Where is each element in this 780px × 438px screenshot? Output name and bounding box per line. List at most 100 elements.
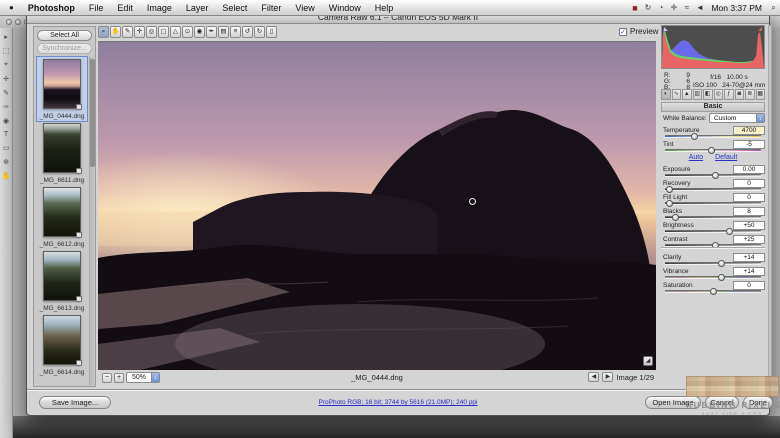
- fill-light-input[interactable]: 0: [733, 193, 765, 202]
- zoom-level-select[interactable]: 50% ↕: [126, 372, 160, 383]
- menu-view[interactable]: View: [288, 3, 321, 13]
- blacks-slider-thumb[interactable]: [671, 214, 679, 221]
- tab-lens-corrections-icon[interactable]: ◎: [713, 89, 723, 100]
- save-image-button[interactable]: Save Image...: [39, 396, 111, 409]
- tint-slider[interactable]: [665, 147, 761, 154]
- next-image-button[interactable]: ▶: [602, 372, 614, 382]
- displays-menu-icon[interactable]: ✛: [667, 3, 680, 12]
- brightness-slider[interactable]: [665, 228, 761, 235]
- white-balance-tool-icon[interactable]: ✎: [122, 26, 133, 38]
- zoom-out-button[interactable]: −: [102, 372, 112, 383]
- menu-bar-clock[interactable]: Mon 3:37 PM: [706, 3, 767, 13]
- select-all-button[interactable]: Select All: [37, 30, 92, 41]
- ps-tool-icon[interactable]: ✎: [3, 89, 9, 97]
- recovery-input[interactable]: 0: [733, 179, 765, 188]
- recovery-slider[interactable]: [665, 186, 761, 193]
- red-eye-removal-tool-icon[interactable]: ◉: [194, 26, 205, 38]
- highlight-clipping-indicator[interactable]: [758, 27, 762, 31]
- exposure-slider-thumb[interactable]: [711, 172, 719, 179]
- auto-link[interactable]: Auto: [689, 154, 703, 161]
- sync-menu-icon[interactable]: ↻: [641, 3, 654, 12]
- spotlight-icon[interactable]: ⌕: [767, 3, 780, 13]
- wifi-icon[interactable]: ≈: [680, 3, 693, 12]
- zoom-in-button[interactable]: +: [114, 372, 124, 383]
- white-balance-select[interactable]: Custom ↕: [709, 113, 765, 123]
- thumbnail-image[interactable]: [43, 315, 82, 366]
- rotate-right-icon[interactable]: ↻: [254, 26, 265, 38]
- thumbnail-mg6613[interactable]: _MG_6613.dng: [37, 249, 87, 313]
- thumbnail-image[interactable]: [43, 59, 82, 110]
- menu-edit[interactable]: Edit: [110, 3, 140, 13]
- tab-tone-curve-icon[interactable]: ∿: [671, 89, 681, 100]
- clarity-slider[interactable]: [665, 260, 761, 267]
- window-minimize-button[interactable]: [15, 19, 21, 25]
- tab-hsl-grayscale-icon[interactable]: ▥: [692, 89, 702, 100]
- menu-filter[interactable]: Filter: [254, 3, 288, 13]
- menu-photoshop[interactable]: Photoshop: [21, 3, 82, 13]
- exposure-input[interactable]: 0.00: [733, 165, 765, 174]
- fill-light-slider-thumb[interactable]: [665, 200, 673, 207]
- preview-checkbox[interactable]: ✓: [619, 27, 627, 36]
- thumbnail-mg6612[interactable]: _MG_6612.dng: [37, 185, 87, 249]
- ps-tool-icon[interactable]: ▸: [4, 33, 8, 41]
- ps-tool-icon[interactable]: ✑: [3, 103, 9, 111]
- vibrance-input[interactable]: +14: [733, 267, 765, 276]
- fullscreen-toggle-button[interactable]: ◢: [643, 356, 653, 366]
- tint-input[interactable]: -5: [733, 140, 765, 149]
- ps-tool-icon[interactable]: ✋: [2, 172, 11, 180]
- rotate-left-icon[interactable]: ↺: [242, 26, 253, 38]
- menu-select[interactable]: Select: [215, 3, 254, 13]
- menu-window[interactable]: Window: [322, 3, 368, 13]
- time-machine-icon[interactable]: ◔: [654, 3, 667, 12]
- thumbnail-mg6614[interactable]: _MG_6614.dng: [37, 313, 87, 377]
- vibrance-slider-thumb[interactable]: [717, 274, 725, 281]
- ps-tool-icon[interactable]: ⊕: [3, 158, 9, 166]
- exposure-slider[interactable]: [665, 172, 761, 179]
- vibrance-slider[interactable]: [665, 274, 761, 281]
- zoom-tool-icon[interactable]: ⌕: [98, 26, 109, 38]
- preferences-icon[interactable]: ≡: [230, 26, 241, 38]
- tint-slider-thumb[interactable]: [708, 147, 716, 154]
- filmstrip-scrollbar[interactable]: [89, 57, 95, 385]
- spot-removal-tool-icon[interactable]: ⊙: [182, 26, 193, 38]
- menu-image[interactable]: Image: [140, 3, 179, 13]
- blacks-input[interactable]: 8: [733, 207, 765, 216]
- image-preview[interactable]: ◢: [98, 41, 656, 370]
- ps-tool-icon[interactable]: ⬚: [3, 47, 10, 55]
- tab-effects-icon[interactable]: ƒ: [724, 89, 734, 100]
- straighten-tool-icon[interactable]: △: [170, 26, 181, 38]
- ps-tool-icon[interactable]: ✛: [3, 75, 9, 83]
- tab-basic-icon[interactable]: ◐: [661, 89, 671, 100]
- saturation-slider-thumb[interactable]: [710, 288, 717, 295]
- temperature-input[interactable]: 4700: [733, 126, 765, 135]
- tab-split-toning-icon[interactable]: ◧: [703, 89, 713, 100]
- mark-for-delete-icon[interactable]: ▯: [266, 26, 277, 38]
- preview-toggle[interactable]: ✓ Preview: [619, 27, 658, 36]
- brightness-slider-thumb[interactable]: [726, 228, 734, 235]
- menu-help[interactable]: Help: [368, 3, 401, 13]
- default-link[interactable]: Default: [715, 154, 737, 161]
- temperature-slider-thumb[interactable]: [690, 133, 698, 140]
- apple-menu-icon[interactable]: ●: [0, 3, 21, 12]
- color-sampler-tool-icon[interactable]: ✛: [134, 26, 145, 38]
- menu-layer[interactable]: Layer: [179, 3, 216, 13]
- app-status-icon[interactable]: ■: [628, 3, 641, 13]
- synchronize-button[interactable]: Synchronize...: [37, 43, 92, 54]
- crop-tool-icon[interactable]: ▢: [158, 26, 169, 38]
- panel-scrollbar[interactable]: [768, 25, 772, 387]
- adjustment-brush-tool-icon[interactable]: ✒: [206, 26, 217, 38]
- workflow-options-link[interactable]: ProPhoto RGB; 16 bit; 3744 by 5616 (21.0…: [319, 399, 478, 406]
- volume-icon[interactable]: ◄: [693, 3, 706, 12]
- thumbnail-mg6611[interactable]: _MG_6611.dng: [37, 121, 87, 185]
- ps-tool-icon[interactable]: ⌖: [4, 61, 8, 69]
- zoom-stepper-icon[interactable]: ↕: [151, 373, 159, 382]
- shadow-clipping-indicator[interactable]: [664, 27, 668, 31]
- contrast-input[interactable]: +25: [733, 235, 765, 244]
- window-close-button[interactable]: [6, 19, 12, 25]
- white-balance-stepper-icon[interactable]: ↕: [756, 114, 764, 122]
- blacks-slider[interactable]: [665, 214, 761, 221]
- ps-tool-icon[interactable]: T: [4, 131, 8, 138]
- saturation-slider[interactable]: [665, 288, 761, 295]
- previous-image-button[interactable]: ◀: [588, 372, 600, 382]
- scrollbar-thumb[interactable]: [90, 59, 95, 167]
